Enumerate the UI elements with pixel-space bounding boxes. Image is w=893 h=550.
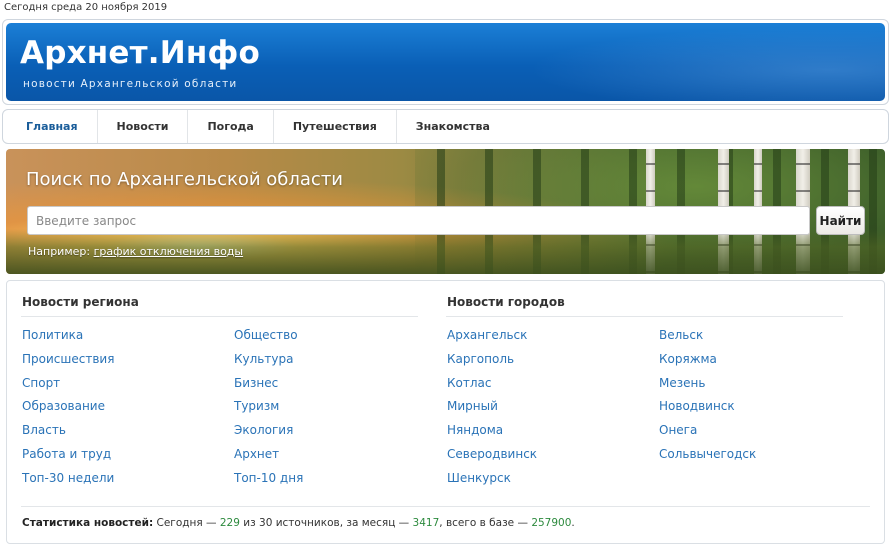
city-news-col-1: Архангельск Каргополь Котлас Мирный Нянд… [447,327,537,494]
search-example: Например: график отключения воды [28,245,243,258]
nav-item-home[interactable]: Главная [7,110,98,143]
news-panel: Новости региона Политика Происшествия Сп… [6,280,885,544]
search-example-prefix: Например: [28,245,91,258]
region-link-education[interactable]: Образование [22,398,114,422]
city-link-onega[interactable]: Онега [659,422,756,446]
nav-item-news[interactable]: Новости [98,110,189,143]
city-link-severodvinsk[interactable]: Северодвинск [447,446,537,470]
city-link-velsk[interactable]: Вельск [659,327,756,351]
header-banner: Архнет.Инфо новости Архангельской област… [6,23,885,101]
city-link-koryazhma[interactable]: Коряжма [659,351,756,375]
region-link-archnet[interactable]: Архнет [234,446,303,470]
stats-end: . [571,517,575,529]
region-news-col-2: Общество Культура Бизнес Туризм Экология… [234,327,303,494]
stats-sources-text: из 30 источников, за месяц — [243,517,410,529]
stats-total-text: , всего в базе — [439,517,528,529]
city-link-kotlas[interactable]: Котлас [447,375,537,399]
city-news-divider [446,316,843,317]
date-line: Сегодня среда 20 ноября 2019 [4,2,168,13]
nav-item-weather[interactable]: Погода [188,110,274,143]
region-link-sport[interactable]: Спорт [22,375,114,399]
city-link-mirny[interactable]: Мирный [447,398,537,422]
city-link-shenkursk[interactable]: Шенкурск [447,470,537,494]
city-link-nyandoma[interactable]: Няндома [447,422,537,446]
search-button[interactable]: Найти [816,206,865,235]
region-link-jobs[interactable]: Работа и труд [22,446,114,470]
stats-label: Статистика новостей: [22,517,154,529]
site-header: Архнет.Инфо новости Архангельской област… [2,19,889,105]
city-news-col-2: Вельск Коряжма Мезень Новодвинск Онега С… [659,327,756,470]
main-nav: Главная Новости Погода Путешествия Знако… [2,109,889,144]
nav-item-travel[interactable]: Путешествия [274,110,397,143]
news-statistics: Статистика новостей: Сегодня — 229 из 30… [22,517,575,529]
city-link-mezen[interactable]: Мезень [659,375,756,399]
search-title: Поиск по Архангельской области [26,169,344,190]
search-example-link[interactable]: график отключения воды [94,245,244,258]
region-news-divider [21,316,418,317]
region-link-business[interactable]: Бизнес [234,375,303,399]
city-link-arkhangelsk[interactable]: Архангельск [447,327,537,351]
region-link-society[interactable]: Общество [234,327,303,351]
nav-item-dating[interactable]: Знакомства [397,110,509,143]
stats-today-prefix: Сегодня — [156,517,217,529]
search-hero: Поиск по Архангельской области Найти Нап… [6,149,885,274]
region-link-ecology[interactable]: Экология [234,422,303,446]
city-link-kargopol[interactable]: Каргополь [447,351,537,375]
stats-today-count: 229 [219,517,240,529]
site-logo[interactable]: Архнет.Инфо [20,35,260,71]
region-link-incidents[interactable]: Происшествия [22,351,114,375]
city-link-solvychegodsk[interactable]: Сольвычегодск [659,446,756,470]
region-news-col-1: Политика Происшествия Спорт Образование … [22,327,114,494]
region-link-top30-week[interactable]: Топ-30 недели [22,470,114,494]
region-news-title: Новости региона [22,295,139,309]
city-news-title: Новости городов [447,295,565,309]
region-link-government[interactable]: Власть [22,422,114,446]
search-input[interactable] [27,206,810,235]
stats-month-count: 3417 [412,517,440,529]
site-tagline: новости Архангельской области [23,78,238,90]
region-link-culture[interactable]: Культура [234,351,303,375]
region-link-politics[interactable]: Политика [22,327,114,351]
region-link-top10-day[interactable]: Топ-10 дня [234,470,303,494]
city-link-novodvinsk[interactable]: Новодвинск [659,398,756,422]
stats-total-count: 257900 [531,517,572,529]
region-link-tourism[interactable]: Туризм [234,398,303,422]
stats-divider [21,506,870,507]
